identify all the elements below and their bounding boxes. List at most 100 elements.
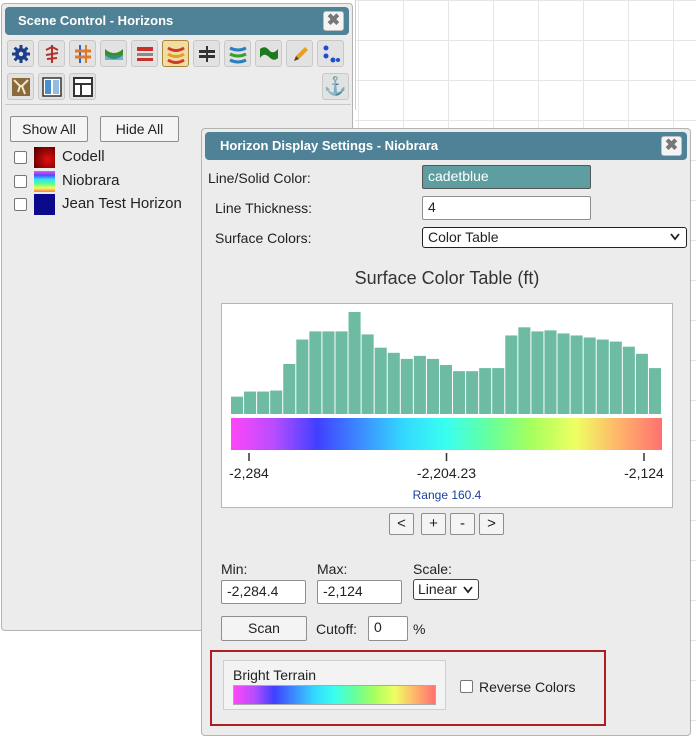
cutoff-percent-unit: % bbox=[413, 621, 426, 637]
min-label: Min: bbox=[221, 561, 248, 577]
histogram-bar bbox=[518, 327, 531, 414]
scan-button[interactable]: Scan bbox=[221, 616, 307, 641]
histogram-bar bbox=[322, 331, 335, 414]
layer-label: Jean Test Horizon bbox=[62, 195, 182, 212]
histogram-bar bbox=[439, 365, 453, 414]
colormap-preset-swatch bbox=[233, 685, 436, 705]
max-label: Max: bbox=[317, 561, 348, 577]
pencil-icon[interactable] bbox=[286, 40, 313, 67]
viewport-divider bbox=[355, 0, 356, 110]
histogram-bar bbox=[596, 339, 609, 414]
layer-visibility-checkbox[interactable] bbox=[14, 175, 27, 188]
horizon-surface-icon[interactable] bbox=[100, 40, 127, 67]
split-view-icon[interactable] bbox=[38, 73, 65, 100]
histogram-bar bbox=[570, 335, 583, 414]
histogram-bar bbox=[557, 333, 570, 414]
show-all-button[interactable]: Show All bbox=[10, 116, 88, 142]
layer-visibility-checkbox[interactable] bbox=[14, 151, 27, 164]
prev-colormap-button[interactable]: < bbox=[389, 513, 414, 535]
histogram-bar bbox=[622, 346, 635, 414]
histogram-bar bbox=[296, 339, 309, 414]
anchor-icon[interactable]: ⚓ bbox=[322, 73, 349, 100]
faults-icon[interactable] bbox=[69, 40, 96, 67]
colormap-ramp bbox=[231, 418, 662, 450]
histogram-bar bbox=[413, 355, 426, 414]
histogram-bar bbox=[387, 352, 400, 414]
well-icon[interactable] bbox=[38, 40, 65, 67]
histogram-bar bbox=[492, 368, 505, 414]
scale-label: Scale: bbox=[413, 561, 452, 577]
histogram-bar bbox=[505, 335, 518, 414]
histogram-bar bbox=[309, 331, 322, 414]
histogram-bar bbox=[335, 331, 348, 414]
max-input[interactable]: -2,124 bbox=[317, 580, 402, 604]
colormap-preset-name: Bright Terrain bbox=[233, 667, 317, 683]
scene-control-titlebar[interactable]: Scene Control - Horizons ✖ bbox=[5, 7, 349, 35]
range-label: Range 160.4 bbox=[412, 488, 482, 502]
scale-select[interactable]: Linear bbox=[413, 579, 479, 600]
histogram-bar bbox=[231, 396, 244, 414]
line-color-label: Line/Solid Color: bbox=[208, 170, 311, 186]
surface-colors-select[interactable]: Color Table bbox=[422, 227, 687, 248]
histogram-bar bbox=[361, 334, 374, 414]
histogram-bar bbox=[544, 330, 557, 414]
surface-colors-selected: Color Table bbox=[428, 229, 499, 245]
line-thickness-label: Line Thickness: bbox=[215, 200, 313, 216]
reverse-colors-label: Reverse Colors bbox=[479, 679, 576, 695]
histogram-bar bbox=[244, 391, 257, 414]
histogram-bar bbox=[466, 371, 479, 414]
scene-control-title: Scene Control - Horizons bbox=[18, 13, 174, 28]
zoom-in-button[interactable]: + bbox=[421, 513, 446, 535]
color-table-histogram: -2,284 -2,204.23 -2,124 Range 160.4 bbox=[221, 303, 673, 508]
min-input[interactable]: -2,284.4 bbox=[221, 580, 306, 604]
surface-colors-label: Surface Colors: bbox=[215, 230, 312, 246]
chevron-down-icon bbox=[463, 586, 473, 594]
layout-icon[interactable] bbox=[69, 73, 96, 100]
histogram-bar bbox=[531, 331, 544, 414]
next-colormap-button[interactable]: > bbox=[479, 513, 504, 535]
histogram-bar bbox=[270, 390, 283, 414]
cutoff-input[interactable]: 0 bbox=[368, 616, 408, 641]
horizons-icon[interactable] bbox=[162, 40, 189, 67]
histogram-bar bbox=[453, 371, 466, 414]
histogram-bar bbox=[426, 358, 439, 414]
zoom-out-button[interactable]: - bbox=[450, 513, 475, 535]
line-thickness-input[interactable]: 4 bbox=[422, 196, 591, 220]
histogram-bar bbox=[283, 364, 296, 414]
layers-red-icon[interactable] bbox=[131, 40, 158, 67]
histogram-bar bbox=[479, 368, 492, 414]
x-tick-label: -2,124 bbox=[624, 465, 664, 481]
histogram-bar bbox=[648, 368, 661, 414]
histogram-svg: -2,284 -2,204.23 -2,124 bbox=[229, 312, 664, 481]
hide-all-button[interactable]: Hide All bbox=[100, 116, 179, 142]
x-tick-label: -2,284 bbox=[229, 465, 269, 481]
line-color-picker[interactable]: cadetblue bbox=[422, 165, 591, 189]
scale-selected: Linear bbox=[418, 581, 457, 597]
layer-color-swatch[interactable] bbox=[34, 171, 55, 192]
scene-toolbar: ⚓ bbox=[7, 40, 350, 101]
flag-green-icon[interactable] bbox=[255, 40, 282, 67]
histogram-bar bbox=[583, 337, 596, 414]
reverse-colors-checkbox[interactable] bbox=[460, 680, 473, 693]
chart-title: Surface Color Table (ft) bbox=[354, 268, 540, 288]
colormap-preset-selector[interactable]: Bright Terrain bbox=[223, 660, 446, 710]
layer-color-swatch[interactable] bbox=[34, 147, 55, 168]
layer-visibility-checkbox[interactable] bbox=[14, 198, 27, 211]
horizon-dialog-titlebar[interactable]: Horizon Display Settings - Niobrara ✖ bbox=[205, 132, 687, 160]
histogram-bar bbox=[374, 347, 387, 414]
close-icon[interactable]: ✖ bbox=[661, 136, 682, 156]
cutoff-label: Cutoff: bbox=[316, 621, 357, 637]
cross-section-icon[interactable] bbox=[193, 40, 220, 67]
histogram-bar bbox=[257, 391, 270, 414]
points-icon[interactable] bbox=[317, 40, 344, 67]
histogram-bar bbox=[348, 312, 361, 414]
contours-icon[interactable] bbox=[224, 40, 251, 67]
close-icon[interactable]: ✖ bbox=[323, 11, 344, 31]
layer-label: Codell bbox=[62, 148, 105, 165]
layer-color-swatch[interactable] bbox=[34, 194, 55, 215]
map-texture-icon[interactable] bbox=[7, 73, 34, 100]
settings-gear-icon[interactable] bbox=[7, 40, 34, 67]
chevron-down-icon bbox=[670, 233, 680, 241]
horizon-dialog-title: Horizon Display Settings - Niobrara bbox=[220, 138, 439, 153]
histogram-bar bbox=[635, 353, 648, 414]
